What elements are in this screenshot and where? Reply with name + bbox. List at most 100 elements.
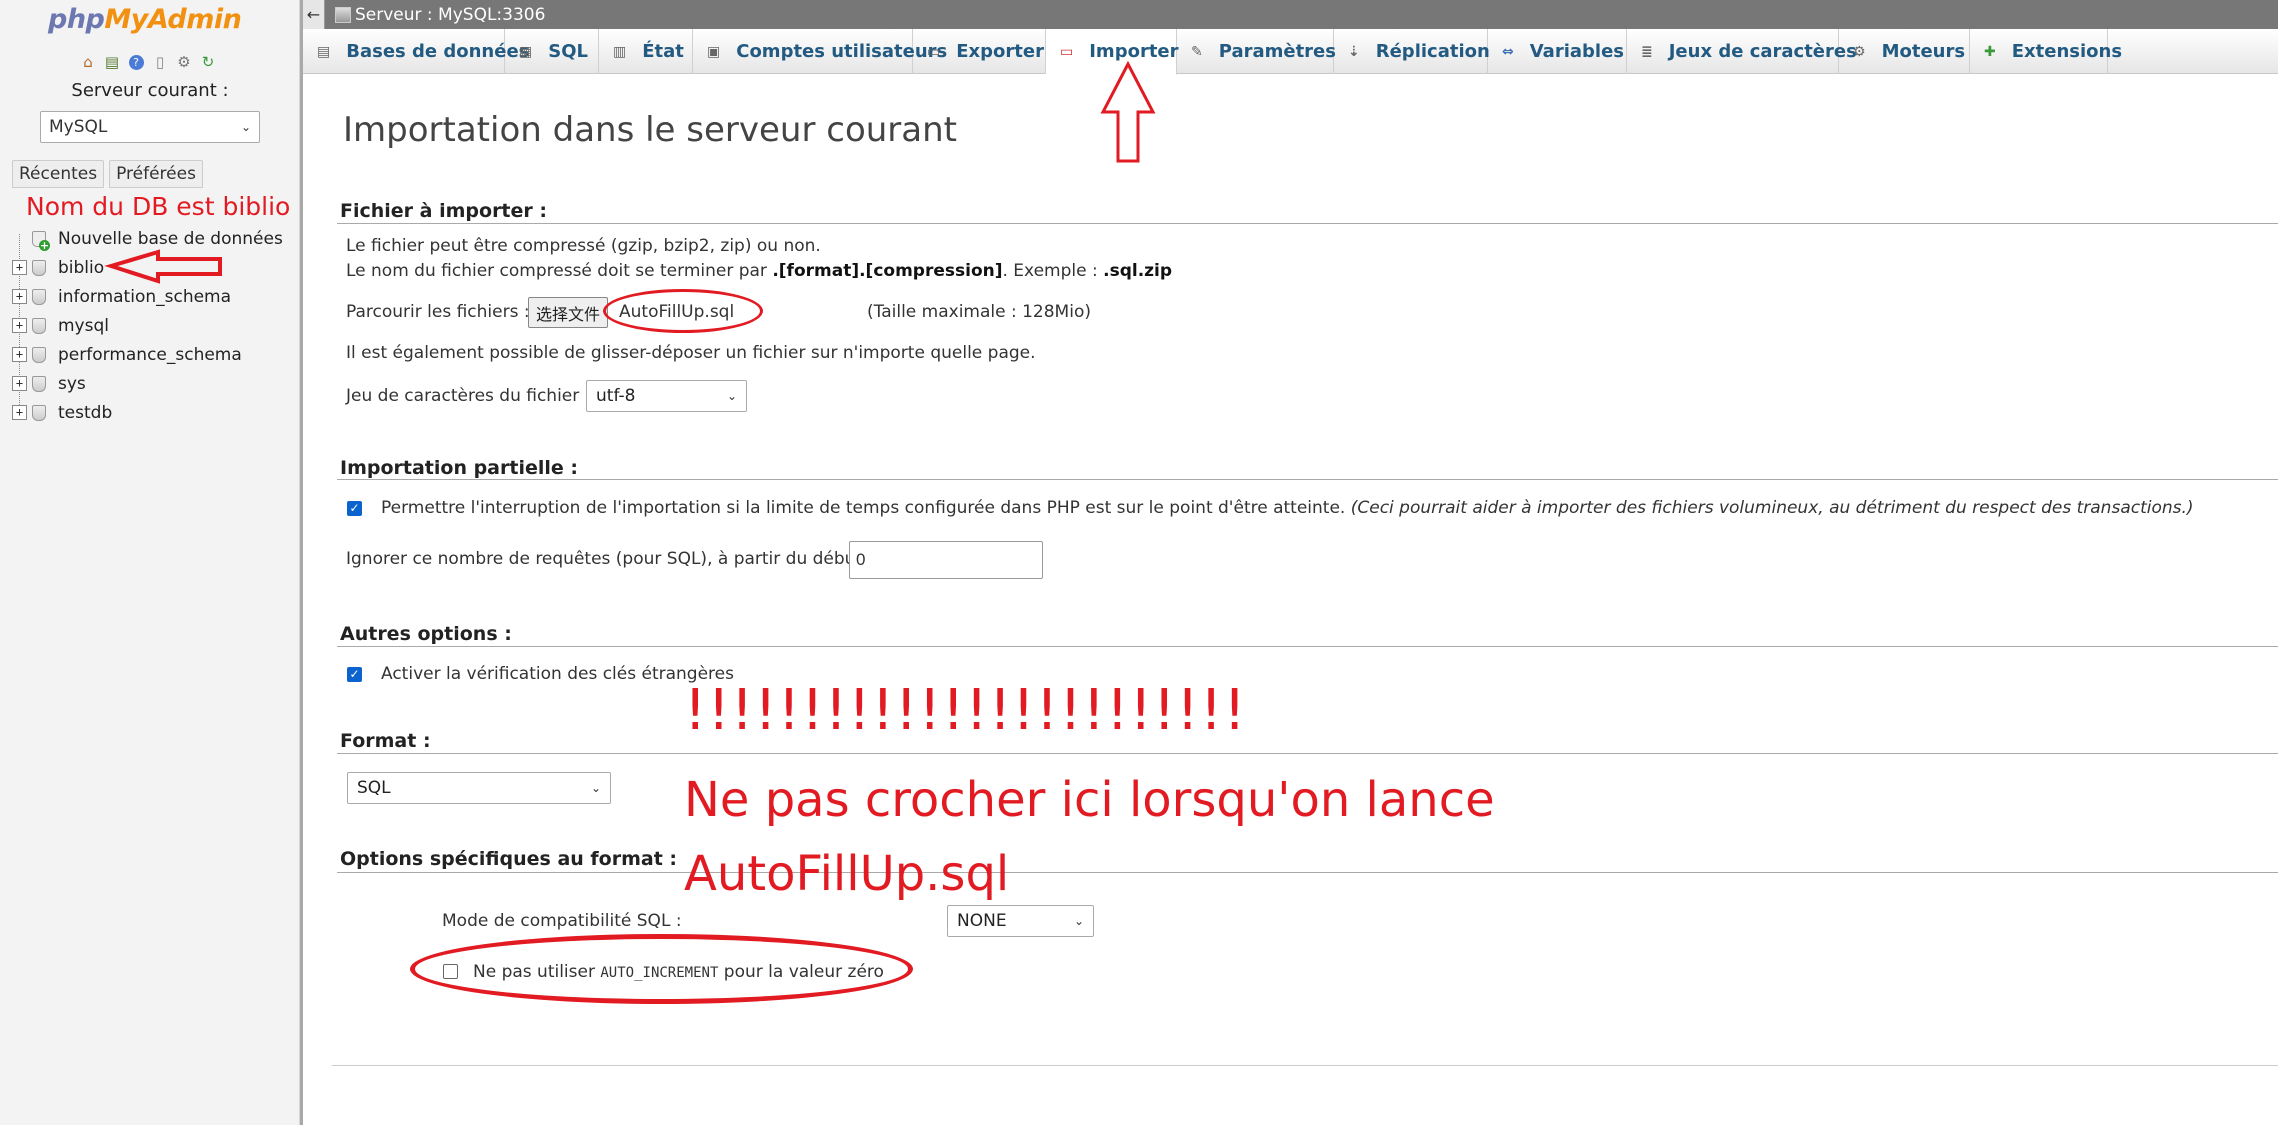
tab-charsets[interactable]: ≣ Jeux de caractères	[1627, 29, 1857, 74]
expand-icon[interactable]: +	[12, 376, 27, 391]
logo-myadmin: MyAdmin	[104, 4, 242, 35]
wrench-icon: ✎	[1191, 43, 1203, 60]
chevron-down-icon: ⌄	[590, 781, 601, 795]
db-name[interactable]: testdb	[58, 403, 112, 423]
replication-icon: ⇣	[1348, 43, 1360, 60]
database-icon[interactable]: ▤	[102, 52, 122, 72]
database-icon	[32, 375, 46, 392]
chevron-down-icon: ⌄	[726, 389, 737, 403]
tree-db-biblio[interactable]: + biblio	[12, 253, 283, 282]
tab-favorites[interactable]: Préférées	[109, 160, 203, 188]
docs-icon[interactable]: ▯	[150, 52, 170, 72]
tab-label: État	[642, 41, 684, 62]
section-divider	[337, 479, 2278, 480]
tab-label: Variables	[1529, 41, 1624, 62]
expand-icon[interactable]: +	[12, 347, 27, 362]
sql-compat-select[interactable]: NONE ⌄	[947, 905, 1094, 937]
section-divider	[337, 872, 2278, 873]
foreign-key-checkbox[interactable]: ✓	[347, 667, 362, 682]
tab-variables[interactable]: ⇔ Variables	[1488, 29, 1627, 74]
db-name[interactable]: performance_schema	[58, 345, 242, 365]
tree-db-information-schema[interactable]: + information_schema	[12, 282, 283, 311]
phpmyadmin-logo[interactable]: phpMyAdmin	[48, 4, 242, 35]
reload-icon[interactable]: ↻	[198, 52, 218, 72]
format-select-value: SQL	[357, 778, 391, 798]
tree-db-performance-schema[interactable]: + performance_schema	[12, 340, 283, 369]
settings-icon[interactable]: ⚙	[174, 52, 194, 72]
expand-icon[interactable]: +	[12, 260, 27, 275]
tab-user-accounts[interactable]: ▣ Comptes utilisateurs	[693, 29, 947, 74]
server-breadcrumb-bar: ← Serveur : MySQL:3306	[303, 0, 2278, 29]
tree-db-testdb[interactable]: + testdb	[12, 398, 283, 427]
note-part: Le nom du fichier compressé doit se term…	[346, 261, 773, 281]
section-title-format: Format :	[340, 730, 431, 752]
allow-interrupt-checkbox[interactable]: ✓	[347, 501, 362, 516]
expand-icon[interactable]: +	[12, 318, 27, 333]
section-divider	[337, 753, 2278, 754]
db-name[interactable]: sys	[58, 374, 86, 394]
skip-queries-input[interactable]	[849, 541, 1043, 579]
tab-import[interactable]: ▭ Importer	[1046, 29, 1179, 75]
db-name[interactable]: biblio	[58, 258, 104, 278]
database-icon	[32, 259, 46, 276]
server-label: Serveur courant :	[71, 80, 229, 101]
database-icon	[32, 288, 46, 305]
server-breadcrumb[interactable]: Serveur : MySQL:3306	[355, 5, 545, 25]
allow-interrupt-label[interactable]: Permettre l'interruption de l'importatio…	[381, 498, 2194, 518]
db-name[interactable]: information_schema	[58, 287, 231, 307]
database-icon	[32, 317, 46, 334]
charset-label: Jeu de caractères du fichier :	[346, 386, 591, 406]
server-select[interactable]: MySQL ⌄	[40, 111, 260, 143]
tab-recent[interactable]: Récentes	[12, 160, 105, 188]
annotation-arrows	[104, 60, 1156, 284]
tab-extensions[interactable]: ✚ Extensions	[1970, 29, 2122, 74]
tree-db-mysql[interactable]: + mysql	[12, 311, 283, 340]
tab-replication[interactable]: ⇣ Réplication	[1334, 29, 1490, 74]
charset-select[interactable]: utf-8 ⌄	[586, 380, 747, 412]
collapse-nav-button[interactable]: ←	[303, 0, 325, 29]
tab-sql[interactable]: ▦ SQL	[505, 29, 599, 74]
import-icon: ▭	[1060, 43, 1074, 60]
tab-settings[interactable]: ✎ Paramètres	[1177, 29, 1336, 74]
format-select[interactable]: SQL ⌄	[347, 772, 611, 804]
annotation-exclamations: !!!!!!!!!!!!!!!!!!!!!!!!	[684, 678, 1247, 743]
tab-export[interactable]: ▭ Exporter	[913, 29, 1046, 74]
compression-note: Le fichier peut être compressé (gzip, bz…	[346, 236, 821, 256]
chevron-down-icon: ⌄	[1073, 914, 1084, 928]
engines-icon: ⚙	[1853, 43, 1866, 60]
db-name[interactable]: mysql	[58, 316, 109, 336]
expand-icon[interactable]: +	[12, 405, 27, 420]
choose-file-button[interactable]: 选择文件	[528, 297, 609, 328]
browse-label: Parcourir les fichiers :	[346, 302, 530, 322]
allow-interrupt-text: Permettre l'interruption de l'importatio…	[381, 498, 1346, 518]
nav-tabs: Récentes Préférées	[12, 160, 203, 188]
tab-label: Réplication	[1375, 41, 1490, 62]
nav-icon-bar: ⌂ ▤ ? ▯ ⚙ ↻	[78, 52, 218, 72]
tab-label: Importer	[1089, 41, 1179, 62]
home-icon[interactable]: ⌂	[78, 52, 98, 72]
nav-resize-handle[interactable]	[300, 0, 303, 1125]
annotation-file-ellipse	[603, 289, 763, 333]
tab-label: SQL	[548, 41, 588, 62]
note-part: . Exemple :	[1002, 261, 1104, 281]
tab-engines[interactable]: ⚙ Moteurs	[1839, 29, 1970, 74]
help-icon[interactable]: ?	[126, 52, 146, 72]
section-divider	[337, 646, 2278, 647]
new-database-icon	[32, 230, 50, 251]
tree-db-sys[interactable]: + sys	[12, 369, 283, 398]
logo-php: php	[48, 4, 105, 35]
tab-label: Extensions	[2011, 41, 2123, 62]
section-title-other: Autres options :	[340, 623, 512, 645]
annotation-arrow-up-icon	[1100, 60, 1156, 163]
foreign-key-label[interactable]: Activer la vérification des clés étrangè…	[381, 664, 734, 684]
tab-label: Exporter	[956, 41, 1044, 62]
section-title-partial: Importation partielle :	[340, 457, 578, 479]
tab-databases[interactable]: ▤ Bases de données	[303, 29, 529, 74]
server-select-value: MySQL	[49, 117, 108, 137]
tab-status[interactable]: ▥ État	[599, 29, 693, 74]
navigation-panel: phpMyAdmin ⌂ ▤ ? ▯ ⚙ ↻ Serveur courant :…	[0, 0, 300, 1125]
allow-interrupt-note: (Ceci pourrait aider à importer des fich…	[1350, 498, 2194, 518]
expand-icon[interactable]: +	[12, 289, 27, 304]
tree-new-database[interactable]: Nouvelle base de données	[12, 224, 283, 253]
database-icon	[32, 404, 46, 421]
